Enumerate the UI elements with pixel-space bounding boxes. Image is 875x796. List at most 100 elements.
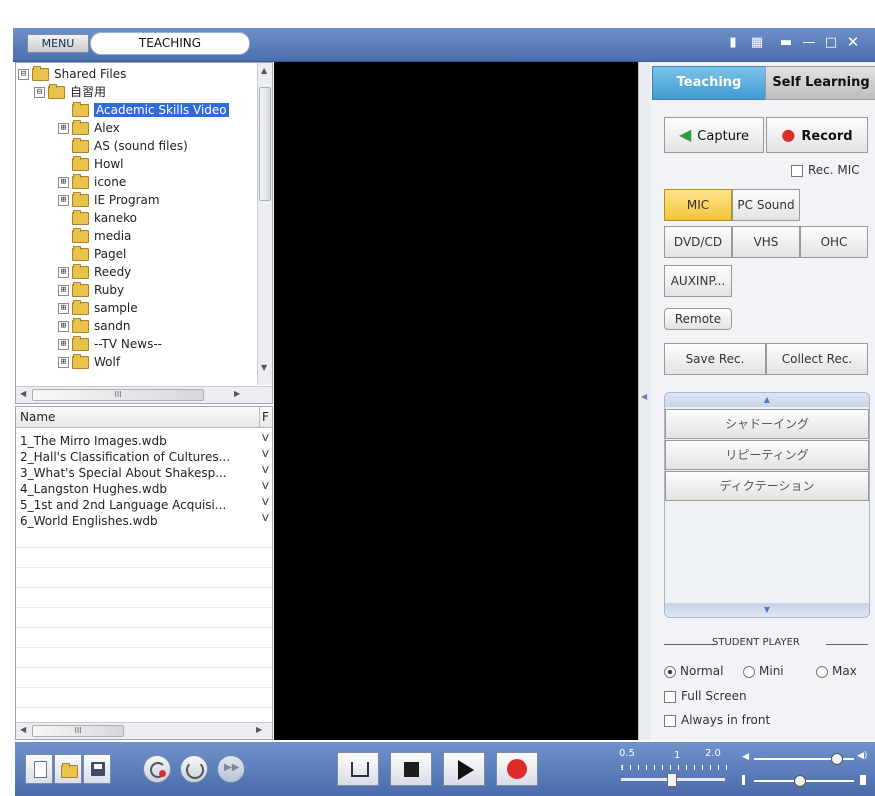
vhs-button[interactable]: VHS bbox=[732, 226, 800, 258]
scroll-down-icon[interactable]: ▼ bbox=[665, 603, 869, 617]
compact-icon[interactable]: ▬ bbox=[779, 36, 793, 49]
file-row[interactable]: 5_1st and 2nd Language Acquisi... bbox=[20, 497, 260, 513]
tree-item[interactable]: ⊞ Alex bbox=[58, 119, 120, 137]
rec-mic-checkbox[interactable]: Rec. MIC bbox=[791, 163, 860, 177]
open-folder-button[interactable] bbox=[54, 754, 82, 784]
checkbox-box[interactable] bbox=[664, 714, 676, 727]
lesson-item-dictation[interactable]: ディクテーション bbox=[665, 471, 869, 501]
file-row[interactable]: 6_World Englishes.wdb bbox=[20, 513, 260, 529]
tree-item[interactable]: ⊞ Reedy bbox=[58, 263, 131, 281]
mic-button[interactable]: MIC bbox=[664, 189, 732, 221]
save-rec-button[interactable]: Save Rec. bbox=[664, 343, 766, 375]
aux-input-button[interactable]: AUXINP... bbox=[664, 265, 732, 297]
tree-item[interactable]: ⊟ Shared Files bbox=[18, 65, 126, 83]
mode-radio-mini[interactable]: Mini bbox=[743, 664, 784, 678]
rewind-button[interactable] bbox=[337, 752, 379, 786]
file-list[interactable]: Name F 1_The Mirro Images.wdb 2_Hall's C… bbox=[15, 406, 273, 740]
keyboard-icon[interactable]: ▦ bbox=[750, 36, 764, 49]
file-row[interactable]: 2_Hall's Classification of Cultures... bbox=[20, 449, 260, 465]
maximize-icon[interactable]: □ bbox=[824, 36, 838, 49]
scroll-down-icon[interactable]: ▼ bbox=[261, 363, 267, 372]
tree-item[interactable]: ⊞ icone bbox=[58, 173, 126, 191]
expand-icon[interactable]: ⊞ bbox=[58, 177, 69, 188]
expand-icon[interactable]: ⊞ bbox=[58, 267, 69, 278]
tree-item[interactable]: AS (sound files) bbox=[72, 137, 188, 155]
tab-teaching[interactable]: Teaching bbox=[652, 66, 766, 100]
tree-horizontal-scrollbar[interactable]: ◀ III ▶ bbox=[16, 386, 272, 403]
new-file-button[interactable] bbox=[25, 754, 53, 784]
volume-thumb[interactable] bbox=[831, 753, 843, 765]
lesson-item-shadowing[interactable]: シャドーイング bbox=[665, 409, 869, 439]
scroll-left-icon[interactable]: ◀ bbox=[20, 389, 26, 398]
checkbox-box[interactable] bbox=[664, 690, 676, 703]
mode-radio-normal[interactable]: Normal bbox=[664, 664, 723, 678]
scroll-right-icon[interactable]: ▶ bbox=[256, 725, 262, 734]
ohc-button[interactable]: OHC bbox=[800, 226, 868, 258]
capture-button[interactable]: ◀ Capture bbox=[664, 117, 764, 153]
tree-item[interactable]: kaneko bbox=[72, 209, 137, 227]
tree-item[interactable]: Howl bbox=[72, 155, 124, 173]
scroll-up-icon[interactable]: ▲ bbox=[261, 66, 267, 75]
record-start-button[interactable] bbox=[496, 752, 538, 786]
minimize-icon[interactable]: — bbox=[802, 36, 816, 49]
menu-button[interactable]: MENU bbox=[27, 34, 89, 53]
expand-icon[interactable]: ⊞ bbox=[58, 123, 69, 134]
file-row[interactable]: 4_Langston Hughes.wdb bbox=[20, 481, 260, 497]
lock-icon[interactable]: ▮ bbox=[726, 36, 740, 49]
lesson-list[interactable]: ▲ シャドーイング リピーティング ディクテーション ▼ bbox=[664, 392, 870, 618]
always-in-front-checkbox[interactable]: Always in front bbox=[664, 713, 770, 727]
pc-sound-button[interactable]: PC Sound bbox=[732, 189, 800, 221]
collapse-arrow-icon[interactable]: ◀ bbox=[641, 392, 647, 401]
file-row[interactable]: 1_The Mirro Images.wdb bbox=[20, 433, 260, 449]
repeat-button[interactable] bbox=[180, 755, 208, 783]
expand-icon[interactable]: ⊞ bbox=[58, 339, 69, 350]
record-mode-button[interactable] bbox=[143, 755, 171, 783]
tree-item[interactable]: media bbox=[72, 227, 131, 245]
scroll-thumb[interactable]: III bbox=[32, 725, 124, 737]
remote-button[interactable]: Remote bbox=[664, 308, 732, 330]
close-icon[interactable]: ✕ bbox=[846, 35, 860, 50]
column-header-name[interactable]: Name bbox=[20, 407, 55, 427]
dvd-cd-button[interactable]: DVD/CD bbox=[664, 226, 732, 258]
mode-radio-max[interactable]: Max bbox=[816, 664, 857, 678]
collapse-icon[interactable]: ⊟ bbox=[34, 87, 45, 98]
tree-item[interactable]: ⊞ IE Program bbox=[58, 191, 160, 209]
scroll-up-icon[interactable]: ▲ bbox=[665, 393, 869, 407]
speed-slider[interactable]: 0.5 1 2.0 bbox=[619, 748, 739, 792]
tree-item[interactable]: Pagel bbox=[72, 245, 126, 263]
stop-button[interactable] bbox=[390, 752, 432, 786]
file-list-horizontal-scrollbar[interactable]: ◀ III ▶ bbox=[16, 722, 272, 739]
expand-icon[interactable]: ⊞ bbox=[58, 321, 69, 332]
checkbox-box[interactable] bbox=[791, 164, 803, 177]
full-screen-checkbox[interactable]: Full Screen bbox=[664, 689, 747, 703]
expand-icon[interactable]: ⊞ bbox=[58, 357, 69, 368]
lesson-item-repeating[interactable]: リピーティング bbox=[665, 440, 869, 470]
scroll-thumb[interactable]: III bbox=[32, 389, 204, 401]
tree-item[interactable]: ⊞ --TV News-- bbox=[58, 335, 162, 353]
fast-forward-button[interactable]: ▶▶ bbox=[217, 755, 245, 783]
save-button[interactable] bbox=[83, 754, 111, 784]
expand-icon[interactable]: ⊞ bbox=[58, 285, 69, 296]
record-button[interactable]: ● Record bbox=[766, 117, 868, 153]
tree-item[interactable]: ⊞ sample bbox=[58, 299, 138, 317]
folder-tree[interactable]: ⊟ Shared Files ⊟ 自習用 Academic Skills Video… bbox=[15, 62, 273, 404]
scroll-right-icon[interactable]: ▶ bbox=[234, 389, 240, 398]
tree-vertical-scrollbar[interactable]: ▲ ▼ bbox=[257, 63, 272, 385]
tree-item[interactable]: ⊟ 自習用 bbox=[34, 83, 106, 101]
radio-icon[interactable] bbox=[816, 665, 828, 678]
collapse-icon[interactable]: ⊟ bbox=[18, 69, 29, 80]
expand-icon[interactable]: ⊞ bbox=[58, 195, 69, 206]
tab-self-learning[interactable]: Self Learning bbox=[765, 66, 875, 100]
play-button[interactable] bbox=[443, 752, 485, 786]
balance-thumb[interactable] bbox=[794, 775, 806, 787]
speed-thumb[interactable] bbox=[666, 773, 677, 787]
mode-field[interactable]: TEACHING bbox=[90, 32, 250, 55]
tree-item[interactable]: ⊞ Ruby bbox=[58, 281, 124, 299]
tree-item[interactable]: ⊞ Wolf bbox=[58, 353, 120, 371]
video-preview[interactable] bbox=[274, 62, 638, 740]
radio-selected-icon[interactable] bbox=[664, 665, 676, 678]
file-row[interactable]: 3_What's Special About Shakesp... bbox=[20, 465, 260, 481]
radio-icon[interactable] bbox=[743, 665, 755, 678]
column-header-type[interactable]: F bbox=[259, 407, 269, 427]
tree-item[interactable]: ⊞ sandn bbox=[58, 317, 130, 335]
